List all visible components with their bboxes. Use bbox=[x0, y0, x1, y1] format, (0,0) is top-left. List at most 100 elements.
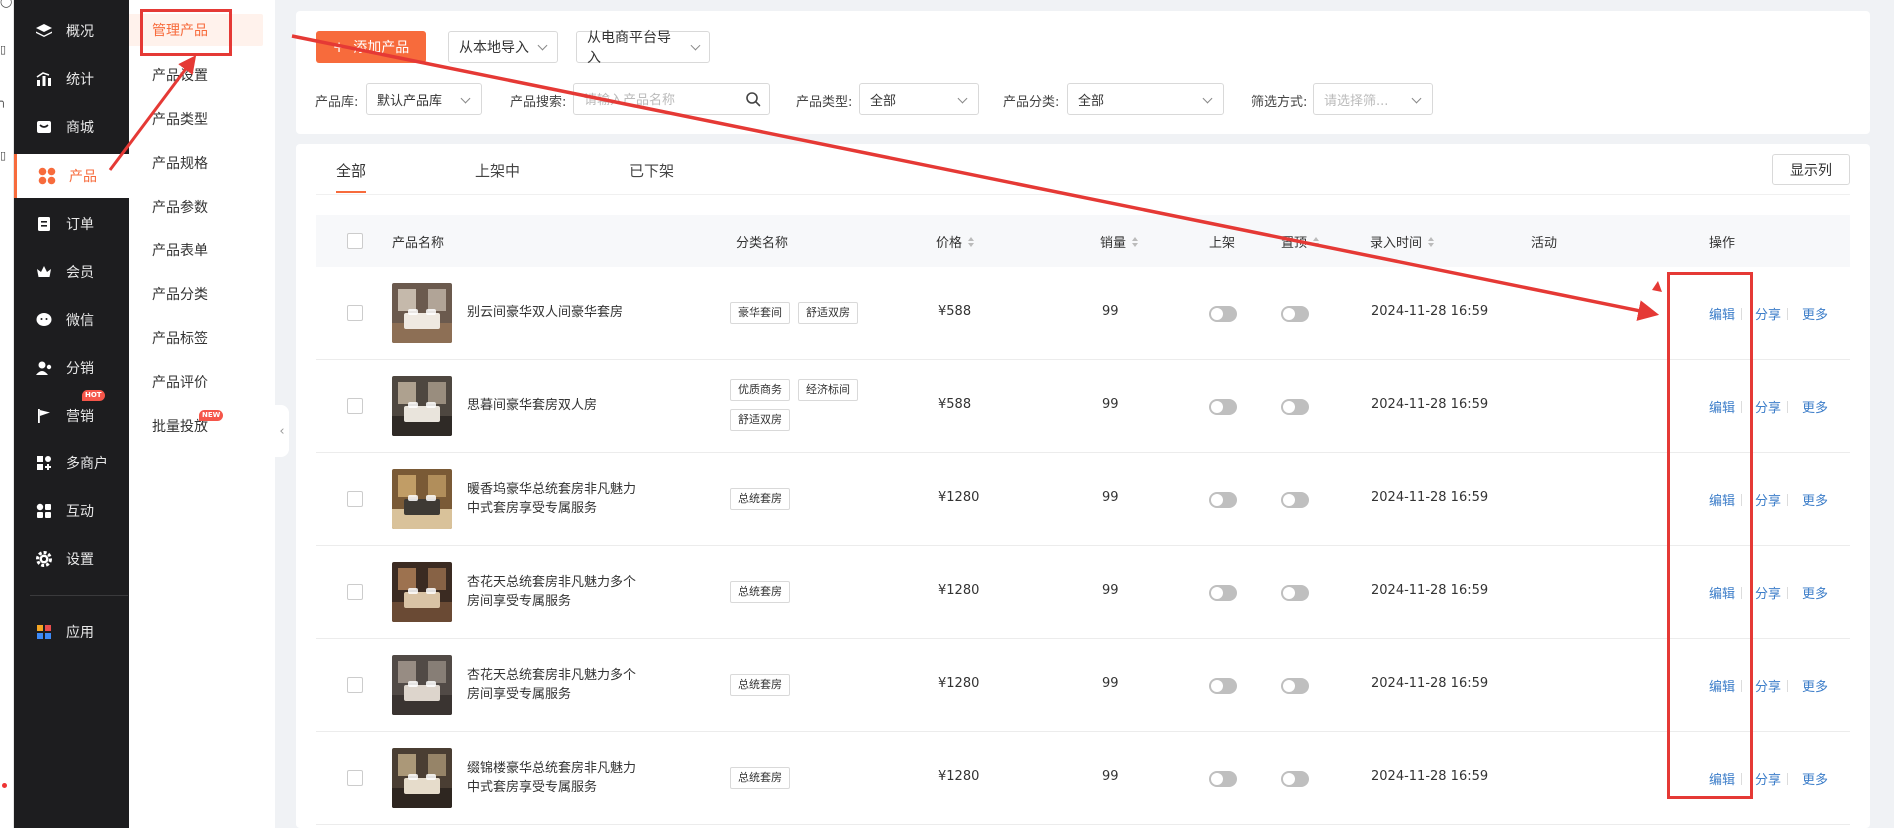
order-icon bbox=[33, 213, 55, 235]
sidebar-item-10[interactable]: 互动 bbox=[14, 489, 129, 533]
subnav-item-6[interactable]: 产品分类 bbox=[129, 278, 263, 310]
pinned-toggle[interactable] bbox=[1281, 306, 1309, 322]
more-link[interactable]: 更多 bbox=[1802, 769, 1828, 788]
collapse-subnav-button[interactable]: ‹ bbox=[275, 405, 289, 457]
listed-toggle[interactable] bbox=[1209, 771, 1237, 787]
subnav-item-label: 产品规格 bbox=[152, 156, 208, 172]
sidebar-item-label: 互动 bbox=[66, 504, 94, 520]
subnav-item-label: 产品类型 bbox=[152, 112, 208, 128]
subnav-item-label: 产品表单 bbox=[152, 243, 208, 259]
sidebar-item-3[interactable]: 产品 bbox=[14, 154, 129, 198]
sidebar-item-2[interactable]: 商城 bbox=[14, 105, 129, 149]
sidebar-item-11[interactable]: 设置 bbox=[14, 537, 129, 581]
sidebar-item-8[interactable]: HOT 营销 bbox=[14, 390, 129, 438]
row-checkbox[interactable] bbox=[347, 584, 363, 600]
import-ecommerce-dropdown[interactable]: 从电商平台导入 bbox=[576, 30, 710, 66]
listed-toggle[interactable] bbox=[1209, 306, 1237, 322]
pinned-toggle[interactable] bbox=[1281, 492, 1309, 508]
product-price: ¥1280 bbox=[938, 583, 980, 598]
product-name[interactable]: 杏花天总统套房非凡魅力多个房间享受专属服务 bbox=[467, 666, 647, 704]
row-checkbox[interactable] bbox=[347, 398, 363, 414]
listed-toggle[interactable] bbox=[1209, 678, 1237, 694]
created-time: 2024-11-28 16:59 bbox=[1371, 676, 1489, 691]
chevron-down-icon bbox=[1202, 93, 1213, 104]
add-product-button[interactable]: + 添加产品 bbox=[316, 31, 426, 63]
product-sales: 99 bbox=[1102, 583, 1119, 598]
product-name[interactable]: 暖香坞豪华总统套房非凡魅力中式套房享受专属服务 bbox=[467, 480, 647, 518]
more-link[interactable]: 更多 bbox=[1802, 676, 1828, 695]
col-time[interactable]: 录入时间 bbox=[1370, 232, 1435, 251]
subnav-item-2[interactable]: 产品类型 bbox=[129, 103, 263, 135]
select-all-checkbox[interactable] bbox=[347, 233, 363, 249]
share-link[interactable]: 分享 bbox=[1755, 676, 1781, 695]
more-link[interactable]: 更多 bbox=[1802, 304, 1828, 323]
sidebar-item-0[interactable]: 概况 bbox=[14, 9, 129, 53]
sidebar-item-12[interactable]: 应用 bbox=[14, 610, 129, 654]
row-checkbox[interactable] bbox=[347, 677, 363, 693]
pinned-toggle[interactable] bbox=[1281, 678, 1309, 694]
category-tags: 总统套房 bbox=[730, 767, 890, 789]
sidebar-item-4[interactable]: 订单 bbox=[14, 202, 129, 246]
crown-icon bbox=[33, 261, 55, 283]
share-link[interactable]: 分享 bbox=[1755, 769, 1781, 788]
show-columns-button[interactable]: 显示列 bbox=[1772, 154, 1850, 185]
row-checkbox[interactable] bbox=[347, 491, 363, 507]
subnav-item-1[interactable]: 产品设置 bbox=[129, 59, 263, 91]
chevron-down-icon bbox=[690, 40, 701, 50]
chevron-down-icon bbox=[957, 93, 968, 104]
import-local-dropdown[interactable]: 从本地导入 bbox=[448, 31, 558, 63]
share-link[interactable]: 分享 bbox=[1755, 490, 1781, 509]
col-actions: 操作 bbox=[1709, 236, 1736, 251]
subnav-item-8[interactable]: 产品评价 bbox=[129, 366, 263, 398]
type-select[interactable]: 全部 bbox=[859, 83, 979, 115]
row-checkbox[interactable] bbox=[347, 305, 363, 321]
col-sales[interactable]: 销量 bbox=[1100, 232, 1139, 251]
more-link[interactable]: 更多 bbox=[1802, 583, 1828, 602]
more-link[interactable]: 更多 bbox=[1802, 490, 1828, 509]
col-price[interactable]: 价格 bbox=[936, 232, 975, 251]
product-name[interactable]: 别云间豪华双人间豪华套房 bbox=[467, 303, 647, 322]
library-select[interactable]: 默认产品库 bbox=[366, 83, 482, 115]
share-link[interactable]: 分享 bbox=[1755, 397, 1781, 416]
flag-icon bbox=[33, 405, 55, 427]
product-name[interactable]: 杏花天总统套房非凡魅力多个房间享受专属服务 bbox=[467, 573, 647, 611]
chevron-down-icon bbox=[537, 40, 548, 50]
sidebar-item-7[interactable]: 分销 bbox=[14, 346, 129, 390]
tab-unlisted[interactable]: 已下架 bbox=[629, 160, 674, 191]
sidebar-item-5[interactable]: 会员 bbox=[14, 250, 129, 294]
sidebar-item-label: 设置 bbox=[66, 552, 94, 568]
search-icon[interactable] bbox=[745, 91, 761, 107]
category-tag: 总统套房 bbox=[730, 488, 790, 510]
subnav-item-9[interactable]: 批量投放 NEW bbox=[129, 410, 263, 442]
category-select[interactable]: 全部 bbox=[1067, 83, 1224, 115]
listed-toggle[interactable] bbox=[1209, 492, 1237, 508]
product-search-input[interactable] bbox=[573, 83, 770, 115]
more-link[interactable]: 更多 bbox=[1802, 397, 1828, 416]
pinned-toggle[interactable] bbox=[1281, 399, 1309, 415]
tab-listed[interactable]: 上架中 bbox=[475, 160, 520, 191]
subnav-item-5[interactable]: 产品表单 bbox=[129, 234, 263, 266]
col-pinned[interactable]: 置顶 bbox=[1281, 232, 1320, 251]
filter-mode-select[interactable]: 请选择筛... bbox=[1313, 83, 1433, 115]
subnav-item-3[interactable]: 产品规格 bbox=[129, 147, 263, 179]
product-thumbnail bbox=[392, 283, 452, 343]
share-link[interactable]: 分享 bbox=[1755, 583, 1781, 602]
subnav-item-4[interactable]: 产品参数 bbox=[129, 191, 263, 223]
pinned-toggle[interactable] bbox=[1281, 771, 1309, 787]
product-thumbnail bbox=[392, 748, 452, 808]
pinned-toggle[interactable] bbox=[1281, 585, 1309, 601]
listed-toggle[interactable] bbox=[1209, 585, 1237, 601]
tab-all[interactable]: 全部 bbox=[336, 160, 367, 193]
subnav-item-7[interactable]: 产品标签 bbox=[129, 322, 263, 354]
row-checkbox[interactable] bbox=[347, 770, 363, 786]
type-select-value: 全部 bbox=[870, 93, 897, 109]
sidebar-item-1[interactable]: 统计 bbox=[14, 57, 129, 101]
listed-toggle[interactable] bbox=[1209, 399, 1237, 415]
share-link[interactable]: 分享 bbox=[1755, 304, 1781, 323]
left-edge-strip: ◯ ▯ ╮ ▯ bbox=[0, 0, 14, 828]
product-price: ¥588 bbox=[938, 304, 972, 319]
product-name[interactable]: 思暮间豪华套房双人房 bbox=[467, 396, 647, 415]
product-name[interactable]: 缀锦楼豪华总统套房非凡魅力中式套房享受专属服务 bbox=[467, 759, 647, 797]
sidebar-item-9[interactable]: 多商户 bbox=[14, 441, 129, 485]
sidebar-item-6[interactable]: 微信 bbox=[14, 298, 129, 342]
